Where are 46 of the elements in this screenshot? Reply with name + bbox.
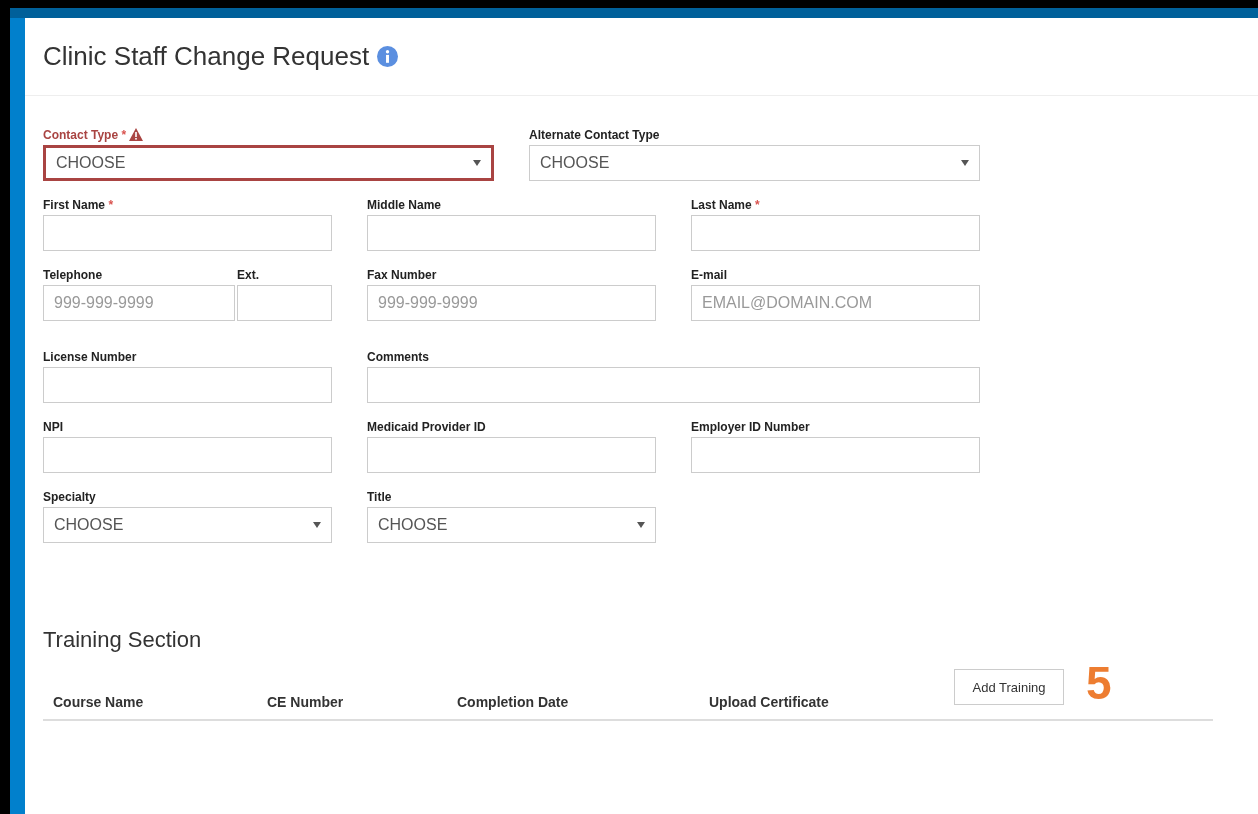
dropdown[interactable]: CHOOSE bbox=[43, 507, 332, 543]
field-label: Medicaid Provider ID bbox=[367, 420, 486, 434]
field-label: Ext. bbox=[237, 268, 259, 282]
add-training-button[interactable]: Add Training bbox=[954, 669, 1064, 705]
input-field[interactable] bbox=[367, 215, 656, 251]
caret-icon bbox=[313, 522, 321, 528]
caret-icon bbox=[637, 522, 645, 528]
input-field[interactable] bbox=[43, 437, 332, 473]
field-label: E-mail bbox=[691, 268, 727, 282]
column-header: Completion Date bbox=[457, 694, 569, 710]
input-field[interactable] bbox=[43, 367, 332, 403]
field-label: Alternate Contact Type bbox=[529, 128, 660, 142]
field-label: Fax Number bbox=[367, 268, 437, 282]
field-label: First Name * bbox=[43, 198, 114, 212]
warning-icon bbox=[129, 128, 144, 141]
field-label: Specialty bbox=[43, 490, 96, 504]
field-label: Telephone bbox=[43, 268, 103, 282]
dropdown[interactable]: CHOOSE bbox=[529, 145, 980, 181]
input-field[interactable] bbox=[237, 285, 332, 321]
caret-icon bbox=[961, 160, 969, 166]
annotation-number: 5 bbox=[1086, 656, 1112, 710]
input-field[interactable] bbox=[367, 367, 980, 403]
column-header: Upload Certificate bbox=[709, 694, 829, 710]
input-field[interactable] bbox=[43, 215, 332, 251]
field-label: Comments bbox=[367, 350, 429, 364]
column-header: CE Number bbox=[267, 694, 344, 710]
input-field[interactable]: 999-999-9999 bbox=[367, 285, 656, 321]
input-field[interactable] bbox=[367, 437, 656, 473]
input-field[interactable] bbox=[691, 437, 980, 473]
dropdown[interactable]: CHOOSE bbox=[43, 145, 494, 181]
field-label: Last Name * bbox=[691, 198, 760, 212]
field-label: Employer ID Number bbox=[691, 420, 810, 434]
field-label: NPI bbox=[43, 420, 63, 434]
page-title: Clinic Staff Change Request bbox=[43, 41, 370, 72]
caret-icon bbox=[473, 160, 481, 166]
column-header: Course Name bbox=[53, 694, 144, 710]
field-label: License Number bbox=[43, 350, 137, 364]
field-label: Title bbox=[367, 490, 392, 504]
section-title: Training Section bbox=[43, 627, 203, 653]
input-field[interactable]: EMAIL@DOMAIN.COM bbox=[691, 285, 980, 321]
input-field[interactable] bbox=[691, 215, 980, 251]
field-label: Middle Name bbox=[367, 198, 441, 212]
field-label: Contact Type * bbox=[43, 128, 127, 142]
dropdown[interactable]: CHOOSE bbox=[367, 507, 656, 543]
info-icon[interactable] bbox=[377, 46, 399, 67]
input-field[interactable]: 999-999-9999 bbox=[43, 285, 235, 321]
